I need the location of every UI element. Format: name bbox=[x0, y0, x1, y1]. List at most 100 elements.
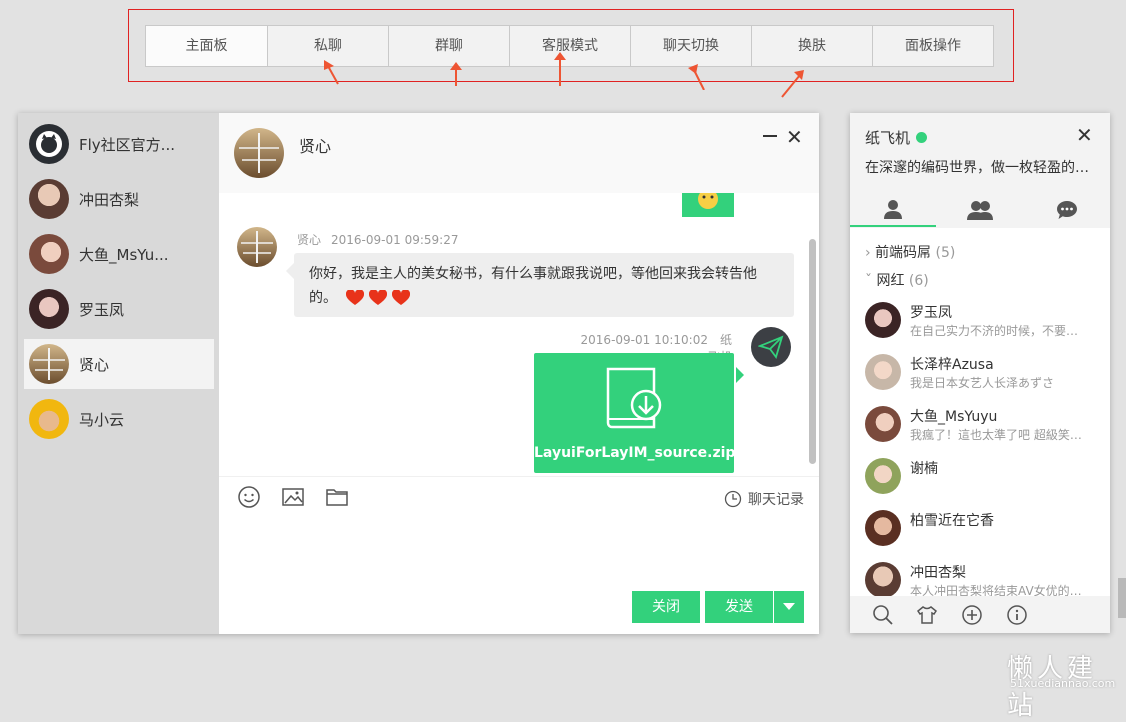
avatar bbox=[751, 327, 791, 367]
friend-item[interactable]: 罗玉凤 在自己实力不济的时候，不要去相信什么媒体和记者 bbox=[865, 297, 1100, 347]
chat-list: Fly社区官方... 冲田杏梨 大鱼_MsYu... 罗玉凤 贤心 马小云 bbox=[18, 113, 219, 634]
avatar bbox=[29, 179, 69, 219]
send-button[interactable]: 发送 bbox=[705, 591, 773, 623]
group-name: 网红 bbox=[876, 273, 905, 289]
skin-icon[interactable] bbox=[916, 604, 938, 626]
send-options-button[interactable] bbox=[774, 591, 804, 623]
chat-list-item[interactable]: 罗玉凤 bbox=[24, 284, 214, 334]
friend-group[interactable]: ˇ 网红 (6) bbox=[865, 270, 929, 290]
annotation-arrow-icon bbox=[324, 60, 339, 85]
chat-list-name: Fly社区官方... bbox=[79, 135, 175, 154]
chevron-right-icon: › bbox=[865, 245, 871, 261]
info-icon[interactable] bbox=[1006, 604, 1028, 626]
chat-list-name: 贤心 bbox=[79, 355, 110, 374]
avatar bbox=[865, 302, 901, 338]
group-count: (5) bbox=[935, 245, 956, 261]
chat-history-link[interactable]: 聊天记录 bbox=[724, 489, 804, 509]
tab-service-mode[interactable]: 客服模式 bbox=[509, 26, 630, 66]
emoji-icon[interactable] bbox=[237, 485, 261, 509]
friend-name: 罗玉凤 bbox=[910, 305, 952, 321]
friend-signature: 我是日本女艺人长泽あずさ bbox=[910, 376, 1055, 390]
image-icon[interactable] bbox=[281, 485, 305, 509]
chat-list-name: 冲田杏梨 bbox=[79, 190, 140, 209]
friend-item[interactable]: 长泽梓Azusa 我是日本女艺人长泽あずさ bbox=[865, 349, 1100, 399]
friend-name: 冲田杏梨 bbox=[910, 565, 966, 581]
chat-toolbar: 聊天记录 bbox=[219, 476, 819, 516]
message-time: 2016-09-01 10:10:02 bbox=[580, 333, 708, 347]
file-download-icon bbox=[606, 367, 662, 429]
chat-list-item[interactable]: 大鱼_MsYu... bbox=[24, 229, 214, 279]
friend-signature: 我瘋了！這也太準了吧 超級笑點低 bbox=[910, 428, 1085, 442]
message-area[interactable]: 贤心 2016-09-01 09:59:27 你好，我是主人的美女秘书，有什么事就… bbox=[219, 193, 819, 476]
friend-name: 长泽梓Azusa bbox=[910, 357, 994, 373]
chat-list-item[interactable]: 贤心 bbox=[24, 339, 214, 389]
tab-chat-switch[interactable]: 聊天切换 bbox=[630, 26, 751, 66]
tab-groups[interactable] bbox=[937, 193, 1023, 227]
folder-icon[interactable] bbox=[325, 485, 349, 509]
paper-plane-icon bbox=[758, 335, 784, 359]
chat-window: Fly社区官方... 冲田杏梨 大鱼_MsYu... 罗玉凤 贤心 马小云 贤心… bbox=[18, 113, 819, 634]
chat-list-name: 大鱼_MsYu... bbox=[79, 245, 169, 264]
close-icon[interactable]: ✕ bbox=[1076, 123, 1093, 147]
avatar bbox=[29, 124, 69, 164]
avatar bbox=[865, 562, 901, 598]
chevron-down-icon: ˇ bbox=[865, 273, 872, 289]
message-meta: 贤心 2016-09-01 09:59:27 bbox=[297, 231, 468, 248]
friend-signature: 在自己实力不济的时候，不要去相信什么媒体和记者 bbox=[910, 324, 1085, 338]
message-user: 贤心 bbox=[297, 233, 322, 247]
panel-signature[interactable]: 在深邃的编码世界，做一枚轻盈的纸飞机 bbox=[865, 157, 1095, 177]
avatar bbox=[29, 289, 69, 329]
tab-main-panel[interactable]: 主面板 bbox=[146, 26, 267, 66]
user-icon bbox=[884, 200, 902, 219]
chevron-down-icon bbox=[783, 603, 795, 610]
avatar bbox=[865, 406, 901, 442]
close-icon[interactable]: ✕ bbox=[786, 125, 803, 149]
demo-tab-bar: 主面板 私聊 群聊 客服模式 聊天切换 换肤 面板操作 bbox=[145, 25, 994, 67]
avatar bbox=[865, 458, 901, 494]
friend-name: 柏雪近在它香 bbox=[910, 513, 994, 529]
message-bubble bbox=[682, 193, 734, 217]
tab-skin[interactable]: 换肤 bbox=[751, 26, 872, 66]
heart-icon bbox=[392, 290, 411, 305]
chat-list-item[interactable]: Fly社区官方... bbox=[24, 119, 214, 169]
chat-bubble-icon bbox=[1057, 201, 1077, 219]
avatar bbox=[237, 227, 277, 267]
add-icon[interactable] bbox=[961, 604, 983, 626]
minimize-icon[interactable] bbox=[762, 127, 778, 143]
friend-name: 大鱼_MsYuyu bbox=[910, 409, 998, 425]
chat-list-name: 马小云 bbox=[79, 410, 125, 429]
chat-header: 贤心 ✕ bbox=[219, 113, 819, 193]
panel-footer bbox=[850, 596, 1110, 633]
friend-item[interactable]: 柏雪近在它香 bbox=[865, 505, 1100, 555]
file-message[interactable]: LayuiForLayIM_source.zip bbox=[534, 353, 744, 473]
search-icon[interactable] bbox=[872, 604, 894, 626]
chat-list-name: 罗玉凤 bbox=[79, 300, 125, 319]
page-scrollbar[interactable] bbox=[1118, 578, 1126, 618]
chat-list-item[interactable]: 马小云 bbox=[24, 394, 214, 444]
close-chat-button[interactable]: 关闭 bbox=[632, 591, 700, 623]
heart-icon bbox=[346, 290, 365, 305]
avatar bbox=[29, 234, 69, 274]
annotation-arrow-icon bbox=[450, 62, 462, 86]
tab-recent[interactable] bbox=[1024, 193, 1110, 227]
chat-list-item[interactable]: 冲田杏梨 bbox=[24, 174, 214, 224]
online-status-icon[interactable] bbox=[916, 132, 928, 143]
group-count: (6) bbox=[908, 273, 929, 289]
friend-group[interactable]: › 前端码屌 (5) bbox=[865, 242, 955, 262]
clock-icon bbox=[724, 490, 742, 508]
friend-item[interactable]: 谢楠 bbox=[865, 453, 1100, 503]
tab-panel-ops[interactable]: 面板操作 bbox=[872, 26, 993, 66]
demo-tab-frame: 主面板 私聊 群聊 客服模式 聊天切换 换肤 面板操作 bbox=[128, 9, 1014, 82]
avatar bbox=[865, 510, 901, 546]
main-panel: 纸飞机 ✕ 在深邃的编码世界，做一枚轻盈的纸飞机 › 前端码屌 (5) ˇ 网红… bbox=[850, 113, 1110, 633]
tab-friends[interactable] bbox=[850, 193, 936, 227]
watermark-url: 51xuediannao.com bbox=[1010, 677, 1116, 690]
heart-icon bbox=[369, 290, 388, 305]
friend-item[interactable]: 大鱼_MsYuyu 我瘋了！這也太準了吧 超級笑點低 bbox=[865, 401, 1100, 451]
message-scrollbar[interactable] bbox=[809, 239, 816, 464]
avatar bbox=[29, 399, 69, 439]
users-icon bbox=[967, 201, 993, 220]
panel-username: 纸飞机 bbox=[865, 129, 911, 147]
tab-group-chat[interactable]: 群聊 bbox=[388, 26, 509, 66]
chat-history-label: 聊天记录 bbox=[748, 492, 804, 508]
